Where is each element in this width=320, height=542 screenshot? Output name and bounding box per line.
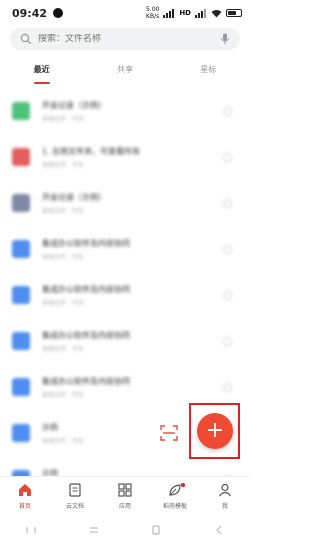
- back-icon[interactable]: [213, 525, 225, 535]
- more-options-icon[interactable]: [223, 336, 232, 346]
- file-type-icon: [12, 286, 30, 304]
- nav-apps-label: 应用: [118, 503, 131, 510]
- tab-bar: 最近 共享 星标: [0, 60, 250, 84]
- wifi-icon: [211, 9, 222, 17]
- tab-recent[interactable]: 最近: [0, 60, 83, 84]
- list-item[interactable]: 集成办公软件及内容协同 本地文件 · 今天: [0, 272, 250, 318]
- more-options-icon[interactable]: [223, 244, 232, 254]
- nav-home-label: 首页: [18, 503, 31, 510]
- system-navigation: [0, 518, 250, 542]
- nav-me-label: 我: [221, 503, 228, 510]
- status-indicators: 5.00 KB/s HD: [146, 6, 242, 20]
- hd-indicator: HD: [179, 9, 191, 17]
- more-options-icon[interactable]: [223, 290, 232, 300]
- battery-icon: [226, 9, 242, 17]
- file-type-icon: [12, 332, 30, 350]
- list-item[interactable]: 集成办公软件及内容协同 本地文件 · 今天: [0, 226, 250, 272]
- nav-cloud-docs[interactable]: 云文档: [50, 477, 100, 518]
- app-notification-icon: [53, 8, 64, 18]
- home-icon: [19, 484, 31, 496]
- more-options-icon[interactable]: [223, 382, 232, 392]
- more-options-icon[interactable]: [223, 106, 232, 116]
- scan-icon[interactable]: [160, 425, 178, 441]
- more-options-icon[interactable]: [223, 198, 232, 208]
- speed-unit: KB/s: [146, 13, 160, 20]
- network-speed: 5.00 KB/s: [146, 6, 159, 20]
- tab-shared[interactable]: 共享: [83, 60, 166, 82]
- battery-fill: [228, 11, 237, 15]
- list-item-meta: 本地文件 · 今天: [42, 115, 84, 123]
- person-icon: [219, 483, 231, 497]
- list-item-title: 1. 左侧文件夹，可查看所有: [42, 146, 141, 156]
- list-item[interactable]: 集成办公软件及内容协同 本地文件 · 今天: [0, 318, 250, 364]
- add-button[interactable]: +: [197, 413, 233, 449]
- nav-templates-label: 稻壳模板: [162, 503, 187, 510]
- search-icon: [20, 33, 32, 45]
- list-item-title: 集成办公软件及内容协同: [42, 284, 130, 294]
- recent-apps-icon[interactable]: [25, 525, 37, 535]
- list-item-meta: 本地文件 · 今天: [42, 253, 84, 261]
- list-item-title: 开会记录（示例）: [42, 192, 106, 202]
- status-bar: 09:42 5.00 KB/s HD: [0, 0, 250, 26]
- nav-cloud-docs-label: 云文档: [65, 503, 84, 510]
- list-item-title: 集成办公软件及内容协同: [42, 238, 130, 248]
- nav-me[interactable]: 我: [200, 477, 250, 518]
- search-bar[interactable]: [10, 28, 240, 50]
- list-item-text: 开会记录（示例） 本地文件 · 今天: [42, 100, 223, 123]
- file-type-icon: [12, 240, 30, 258]
- list-item-text: 集成办公软件及内容协同 本地文件 · 今天: [42, 330, 223, 353]
- list-item-title: 集成办公软件及内容协同: [42, 330, 130, 340]
- nav-home[interactable]: 首页: [0, 477, 50, 518]
- signal-bars-icon-2: [195, 8, 206, 18]
- list-item-meta: 本地文件 · 今天: [42, 391, 84, 399]
- file-type-icon: [12, 102, 30, 120]
- list-item-text: 1. 左侧文件夹，可查看所有 本地文件 · 今天: [42, 146, 223, 169]
- speed-value: 5.00: [145, 6, 160, 13]
- list-item-title: 集成办公软件及内容协同: [42, 376, 130, 386]
- bottom-navigation: 首页 云文档 应用 稻壳模板 我: [0, 476, 250, 518]
- list-item-text: 集成办公软件及内容协同 本地文件 · 今天: [42, 376, 223, 399]
- signal-bars-icon: [163, 8, 175, 18]
- tab-starred[interactable]: 星标: [167, 60, 250, 82]
- list-item-title: 开会记录（示例）: [42, 100, 106, 110]
- list-item[interactable]: 1. 左侧文件夹，可查看所有 本地文件 · 今天: [0, 134, 250, 180]
- list-item-text: 集成办公软件及内容协同 本地文件 · 今天: [42, 284, 223, 307]
- status-time: 09:42: [12, 6, 48, 20]
- list-item[interactable]: 开会记录（示例） 本地文件 · 今天: [0, 88, 250, 134]
- list-item-text: 集成办公软件及内容协同 本地文件 · 今天: [42, 238, 223, 261]
- notification-badge: [181, 483, 185, 487]
- list-item-meta: 本地文件 · 今天: [42, 299, 84, 307]
- home-button-icon[interactable]: [150, 525, 162, 535]
- microphone-icon[interactable]: [220, 33, 230, 45]
- more-options-icon[interactable]: [223, 152, 232, 162]
- list-item[interactable]: 开会记录（示例） 本地文件 · 今天: [0, 180, 250, 226]
- list-item-meta: 本地文件 · 今天: [42, 207, 84, 215]
- list-item-text: 开会记录（示例） 本地文件 · 今天: [42, 192, 223, 215]
- nav-templates[interactable]: 稻壳模板: [150, 477, 200, 518]
- document-icon: [69, 483, 81, 497]
- file-type-icon: [12, 148, 30, 166]
- file-type-icon: [12, 424, 30, 442]
- apps-grid-icon: [118, 483, 132, 497]
- file-type-icon: [12, 378, 30, 396]
- search-input[interactable]: [38, 34, 220, 44]
- list-item-meta: 本地文件 · 今天: [42, 161, 84, 169]
- leaf-icon: [169, 484, 181, 496]
- nav-apps[interactable]: 应用: [100, 477, 150, 518]
- file-type-icon: [12, 194, 30, 212]
- add-button-highlight: +: [189, 403, 240, 459]
- list-item-meta: 本地文件 · 今天: [42, 345, 84, 353]
- menu-icon[interactable]: [88, 525, 100, 535]
